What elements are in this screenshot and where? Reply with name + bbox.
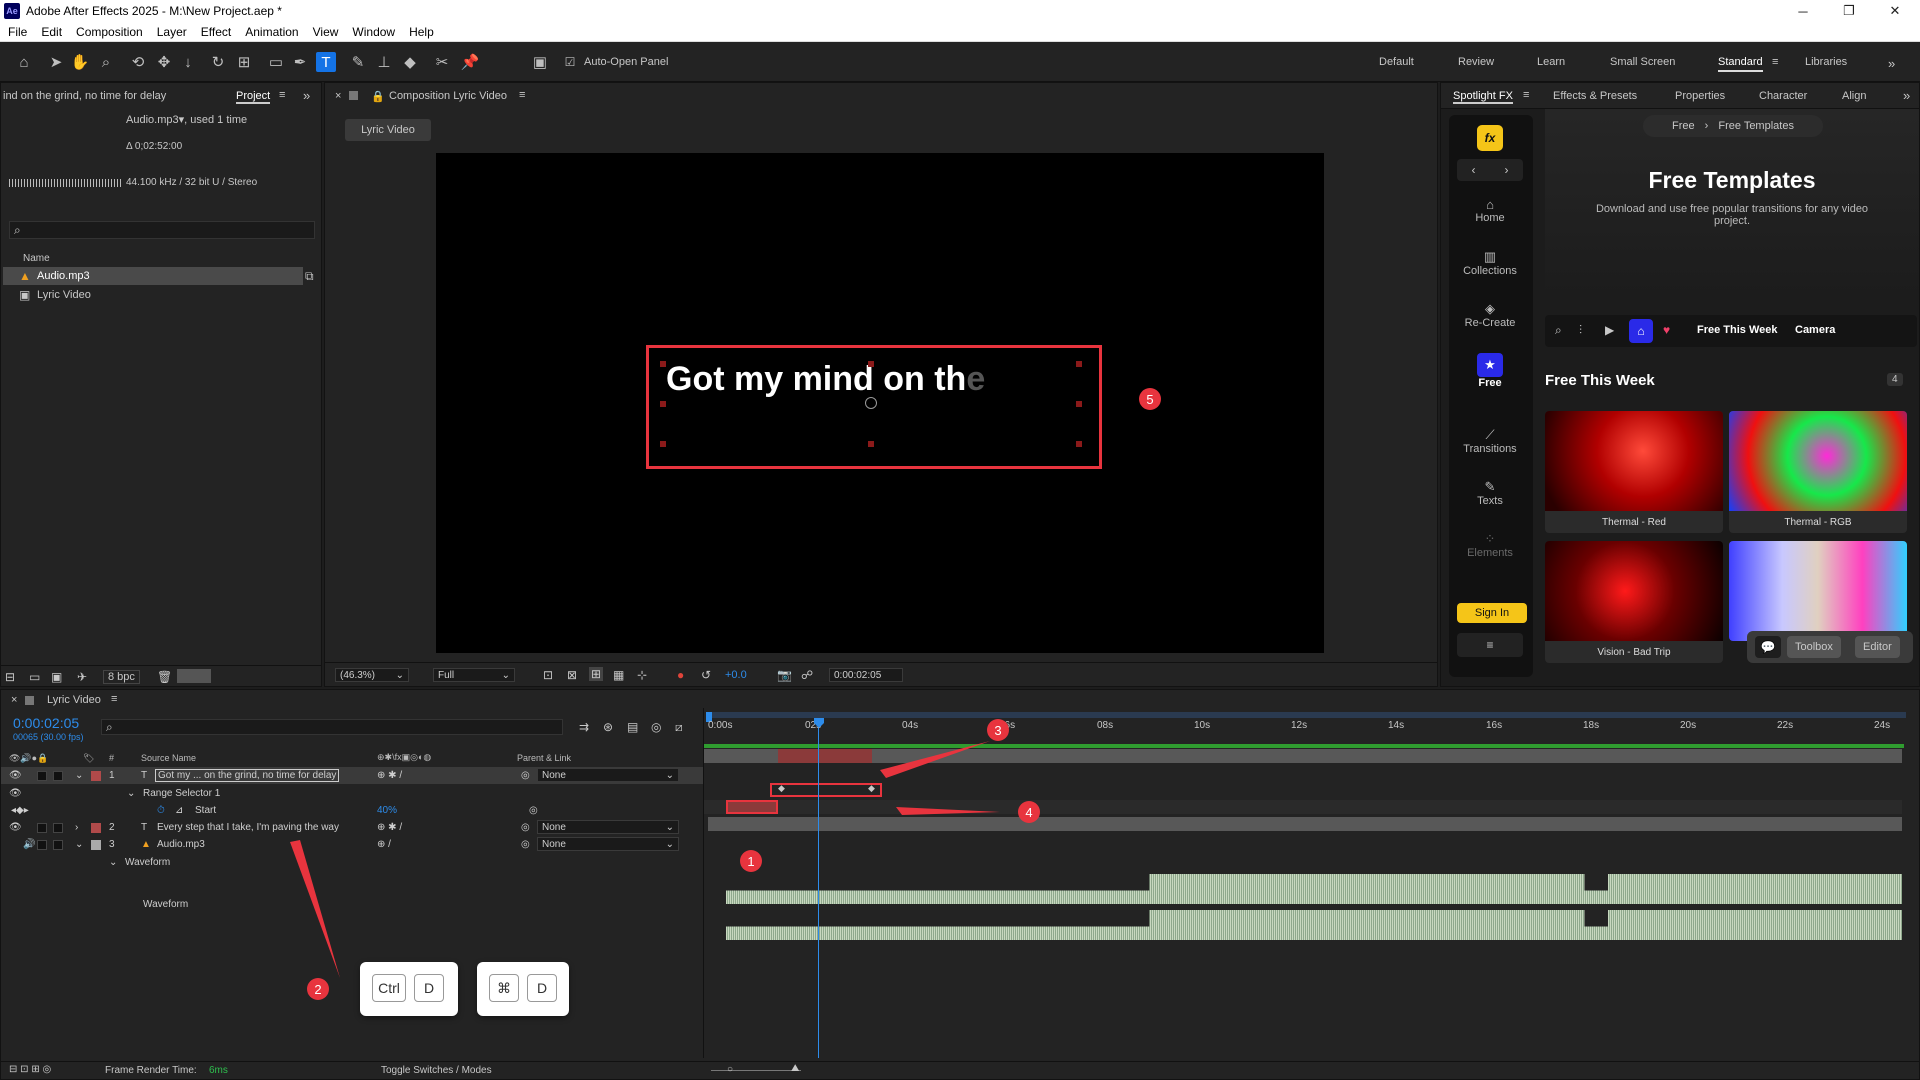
zoom-slider[interactable]: [711, 1070, 801, 1071]
timeline-footer: ⊟ ⊡ ⊞ ◎ Frame Render Time: 6ms Toggle Sw…: [1, 1061, 1919, 1079]
layer-switches-toggle-icon[interactable]: ⊟ ⊡ ⊞ ◎: [9, 1064, 51, 1075]
arrow-4: [896, 807, 1000, 815]
frame-render-label: Frame Render Time:: [105, 1065, 197, 1076]
cmd-d-shortcut: ⌘ D: [477, 962, 569, 1016]
ctrl-key: Ctrl: [372, 974, 406, 1002]
timeline-panel: × Lyric Video ≡ 0:00:02:05 00065 (30.00 …: [0, 689, 1920, 1080]
zoom-in-icon[interactable]: ⛰: [791, 1063, 799, 1074]
arrow-3: [880, 741, 990, 778]
arrow-2: [290, 840, 340, 978]
d-key: D: [527, 974, 557, 1002]
toggle-switches-modes[interactable]: Toggle Switches / Modes: [381, 1065, 492, 1076]
ctrl-d-shortcut: Ctrl D: [360, 962, 458, 1016]
frame-render-value: 6ms: [209, 1065, 228, 1076]
annotation-arrows: [290, 741, 1000, 978]
d-key: D: [414, 974, 444, 1002]
zoom-slider-thumb[interactable]: ○: [727, 1064, 733, 1075]
cmd-key: ⌘: [489, 974, 519, 1002]
